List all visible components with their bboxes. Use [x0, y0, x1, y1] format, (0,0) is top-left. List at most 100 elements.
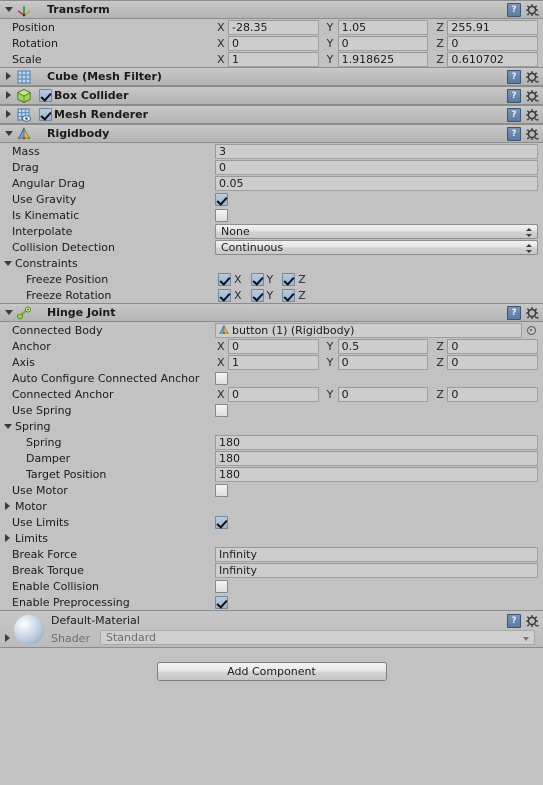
- property-label-constraints[interactable]: Constraints: [0, 257, 215, 270]
- field-position-y[interactable]: 1.05: [337, 19, 429, 35]
- gear-icon[interactable]: [526, 127, 539, 141]
- checkbox-freeze-rotation-y[interactable]: [250, 288, 264, 302]
- field-spring[interactable]: 180: [215, 434, 538, 450]
- dropdown-collision-detection[interactable]: Continuous: [215, 239, 538, 255]
- help-icon[interactable]: [507, 108, 521, 122]
- field-rotation-x[interactable]: 0: [228, 35, 319, 51]
- checkbox-freeze-position-x[interactable]: [218, 272, 231, 286]
- component-header-box-collider[interactable]: Box Collider: [0, 86, 543, 105]
- field-break-force[interactable]: Infinity: [215, 546, 538, 562]
- field-position-x[interactable]: -28.35: [228, 19, 319, 35]
- field-connected-anchor-y[interactable]: 0: [337, 386, 429, 402]
- foldout-box-collider-icon[interactable]: [3, 89, 16, 102]
- axis-check-freeze-rotation-y[interactable]: Y: [248, 288, 274, 302]
- property-row-connected-anchor: Connected Anchor X 0 Y 0 Z 0: [0, 386, 543, 402]
- field-damper[interactable]: 180: [215, 450, 538, 466]
- checkbox-auto-configure-connected-anchor[interactable]: [215, 371, 228, 385]
- component-header-rigidbody[interactable]: Rigidbody: [0, 124, 543, 143]
- field-rotation-z[interactable]: 0: [447, 35, 539, 51]
- property-fields-position: X -28.35 Y 1.05 Z 255.91: [215, 19, 543, 35]
- axis-label-y: Y: [266, 288, 274, 302]
- dropdown-interpolate[interactable]: None: [215, 223, 538, 239]
- help-icon[interactable]: [507, 127, 521, 141]
- foldout-material-icon[interactable]: [2, 632, 15, 645]
- property-label-limits[interactable]: Limits: [0, 532, 215, 545]
- help-icon[interactable]: [507, 3, 521, 17]
- foldout-mesh-renderer-icon[interactable]: [3, 108, 16, 121]
- axis-check-freeze-position-z[interactable]: Z: [279, 272, 306, 286]
- field-break-torque[interactable]: Infinity: [215, 562, 538, 578]
- checkbox-use-spring[interactable]: [215, 403, 228, 417]
- field-axis-z[interactable]: 0: [447, 354, 539, 370]
- axis-check-freeze-rotation-z[interactable]: Z: [279, 288, 306, 302]
- help-icon[interactable]: [507, 306, 521, 320]
- field-connected-anchor-x[interactable]: 0: [228, 386, 319, 402]
- property-label-break-torque: Break Torque: [12, 563, 84, 577]
- property-label-use-limits: Use Limits: [12, 515, 70, 529]
- component-enable-checkbox-box-collider[interactable]: [39, 89, 52, 102]
- gear-icon[interactable]: [526, 108, 539, 122]
- checkbox-enable-collision[interactable]: [215, 579, 228, 593]
- field-anchor-z[interactable]: 0: [447, 338, 539, 354]
- foldout-constraints-icon[interactable]: [2, 257, 15, 270]
- checkbox-use-limits[interactable]: [215, 515, 228, 529]
- checkbox-use-motor[interactable]: [215, 483, 228, 497]
- gear-icon[interactable]: [526, 306, 539, 320]
- help-icon[interactable]: [507, 70, 521, 84]
- checkbox-freeze-rotation-z[interactable]: [282, 288, 296, 302]
- vector3-group-scale: X 1 Y 1.918625 Z 0.610702: [215, 51, 539, 67]
- object-picker-icon[interactable]: [525, 324, 538, 337]
- gear-icon[interactable]: [526, 89, 539, 103]
- field-position-z[interactable]: 255.91: [447, 19, 539, 35]
- field-target-position[interactable]: 180: [215, 466, 538, 482]
- field-scale-z[interactable]: 0.610702: [447, 51, 539, 67]
- checkbox-is-kinematic[interactable]: [215, 208, 228, 222]
- foldout-hinge-joint-icon[interactable]: [3, 306, 16, 319]
- field-connected-anchor-z[interactable]: 0: [447, 386, 539, 402]
- foldout-mesh-filter-icon[interactable]: [3, 70, 16, 83]
- add-component-button[interactable]: Add Component: [156, 662, 387, 681]
- axis-check-freeze-rotation-x[interactable]: X: [215, 288, 242, 302]
- property-label-motor[interactable]: Motor: [0, 500, 215, 513]
- property-label-spring[interactable]: Spring: [0, 420, 215, 433]
- checkbox-freeze-rotation-x[interactable]: [218, 288, 231, 302]
- axis-check-freeze-position-y[interactable]: Y: [248, 272, 273, 286]
- checkbox-freeze-position-y[interactable]: [250, 272, 264, 286]
- shader-dropdown[interactable]: Standard: [100, 630, 535, 645]
- foldout-rigidbody-icon[interactable]: [3, 127, 16, 140]
- field-drag[interactable]: 0: [215, 159, 538, 175]
- component-header-mesh-renderer[interactable]: Mesh Renderer: [0, 105, 543, 124]
- component-header-mesh-filter[interactable]: Cube (Mesh Filter): [0, 67, 543, 86]
- field-anchor-x[interactable]: 0: [228, 338, 319, 354]
- help-icon[interactable]: [507, 614, 521, 628]
- checkbox-enable-preprocessing[interactable]: [215, 595, 228, 609]
- field-mass[interactable]: 3: [215, 143, 538, 159]
- foldout-limits-icon[interactable]: [2, 532, 15, 545]
- gear-icon[interactable]: [526, 3, 539, 17]
- component-enable-checkbox-mesh-renderer[interactable]: [39, 108, 52, 121]
- axis-check-freeze-position-x[interactable]: X: [215, 272, 242, 286]
- component-header-hinge-joint[interactable]: Hinge Joint: [0, 303, 543, 322]
- checkbox-freeze-position-z[interactable]: [282, 272, 296, 286]
- foldout-transform-icon[interactable]: [3, 3, 16, 16]
- field-angular-drag[interactable]: 0.05: [215, 175, 538, 191]
- gear-icon[interactable]: [526, 70, 539, 84]
- property-label-rotation: Rotation: [12, 36, 59, 50]
- property-label-text-spring: Spring: [15, 419, 51, 433]
- foldout-spring-icon[interactable]: [2, 420, 15, 433]
- component-header-transform[interactable]: Transform: [0, 0, 543, 19]
- field-scale-x[interactable]: 1: [228, 51, 319, 67]
- property-fields-axis: X1Y0Z0: [215, 354, 543, 370]
- object-field-connected-body[interactable]: button (1) (Rigidbody): [215, 322, 522, 338]
- field-rotation-y[interactable]: 0: [337, 35, 429, 51]
- field-anchor-y[interactable]: 0.5: [337, 338, 429, 354]
- help-icon[interactable]: [507, 89, 521, 103]
- foldout-motor-icon[interactable]: [2, 500, 15, 513]
- checkbox-use-gravity[interactable]: [215, 192, 228, 206]
- field-axis-y[interactable]: 0: [337, 354, 429, 370]
- field-scale-y[interactable]: 1.918625: [337, 51, 429, 67]
- field-axis-x[interactable]: 1: [228, 354, 319, 370]
- shader-label: Shader: [51, 632, 90, 645]
- gear-icon[interactable]: [526, 614, 539, 628]
- property-row-constraints: Constraints: [0, 255, 543, 271]
